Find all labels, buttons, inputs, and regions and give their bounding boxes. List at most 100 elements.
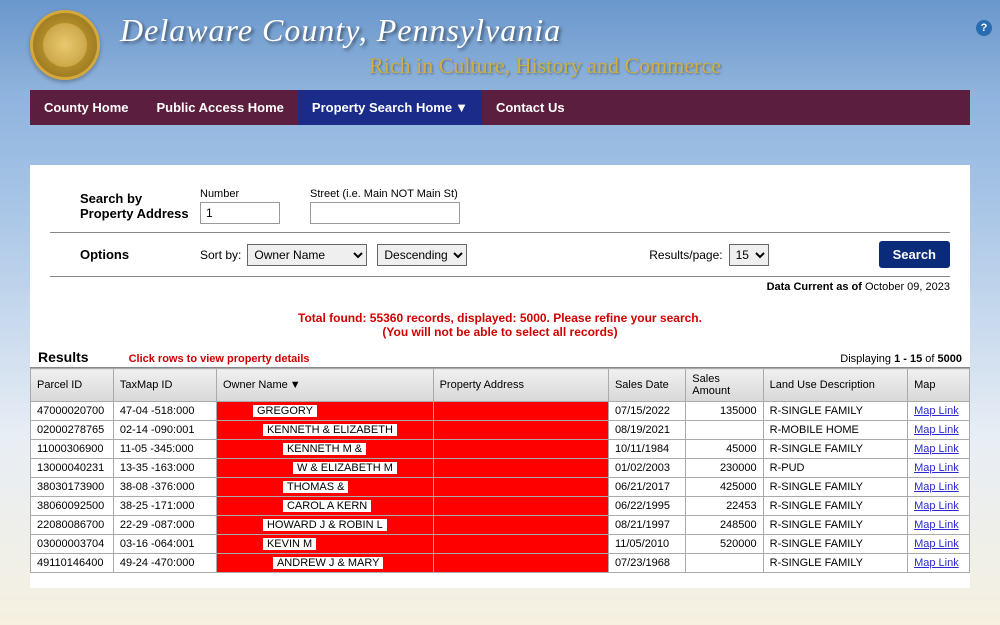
help-icon[interactable]: ? <box>976 20 992 36</box>
cell-parcel-id: 03000003704 <box>31 535 114 554</box>
header-banner: Delaware County, Pennsylvania Rich in Cu… <box>0 0 1000 90</box>
col-sales-amount[interactable]: Sales Amount <box>686 369 763 402</box>
cell-sales-amount: 45000 <box>686 440 763 459</box>
number-input[interactable] <box>200 202 280 224</box>
cell-sales-amount: 230000 <box>686 459 763 478</box>
owner-text: THOMAS & <box>283 481 348 493</box>
col-owner-name[interactable]: Owner Name▼ <box>216 369 433 402</box>
cell-owner-name: CAROL A KERN <box>216 497 433 516</box>
col-property-address[interactable]: Property Address <box>433 369 608 402</box>
cell-sales-date: 06/21/2017 <box>608 478 685 497</box>
table-header-row: Parcel ID TaxMap ID Owner Name▼ Property… <box>31 369 970 402</box>
cell-owner-name: THOMAS & <box>216 478 433 497</box>
options-section-label: Options <box>50 247 200 262</box>
table-row[interactable]: 4700002070047-04 -518:000GREGORY07/15/20… <box>31 402 970 421</box>
map-link[interactable]: Map Link <box>914 405 959 417</box>
map-link[interactable]: Map Link <box>914 519 959 531</box>
col-owner-label: Owner Name <box>223 379 288 391</box>
table-row[interactable]: 1300004023113-35 -163:000W & ELIZABETH M… <box>31 459 970 478</box>
cell-property-address <box>433 459 608 478</box>
table-row[interactable]: 2208008670022-29 -087:000 HOWARD J & ROBI… <box>31 516 970 535</box>
cell-sales-amount: 520000 <box>686 535 763 554</box>
cell-taxmap-id: 38-25 -171:000 <box>113 497 216 516</box>
table-row[interactable]: 3806009250038-25 -171:000CAROL A KERN06/… <box>31 497 970 516</box>
cell-land-use: R-SINGLE FAMILY <box>763 535 907 554</box>
table-row[interactable]: 4911014640049-24 -470:000ANDREW J & MARY… <box>31 554 970 573</box>
cell-sales-amount <box>686 554 763 573</box>
cell-sales-amount: 135000 <box>686 402 763 421</box>
owner-text: HOWARD J & ROBIN L <box>263 519 387 531</box>
cell-land-use: R-SINGLE FAMILY <box>763 497 907 516</box>
cell-taxmap-id: 49-24 -470:000 <box>113 554 216 573</box>
nav-property-search-home[interactable]: Property Search Home▼ <box>298 90 482 125</box>
col-map[interactable]: Map <box>908 369 970 402</box>
cell-land-use: R-MOBILE HOME <box>763 421 907 440</box>
map-link[interactable]: Map Link <box>914 557 959 569</box>
cell-sales-date: 10/11/1984 <box>608 440 685 459</box>
nav-county-home[interactable]: County Home <box>30 90 143 125</box>
col-taxmap-id[interactable]: TaxMap ID <box>113 369 216 402</box>
cell-sales-date: 01/02/2003 <box>608 459 685 478</box>
map-link[interactable]: Map Link <box>914 424 959 436</box>
map-link[interactable]: Map Link <box>914 538 959 550</box>
cell-map: Map Link <box>908 459 970 478</box>
col-land-use[interactable]: Land Use Description <box>763 369 907 402</box>
cell-land-use: R-SINGLE FAMILY <box>763 516 907 535</box>
street-input[interactable] <box>310 202 460 224</box>
table-row[interactable]: 0300000370403-16 -064:001 KEVIN M 11/05/20… <box>31 535 970 554</box>
cell-sales-amount: 425000 <box>686 478 763 497</box>
cell-taxmap-id: 13-35 -163:000 <box>113 459 216 478</box>
cell-taxmap-id: 47-04 -518:000 <box>113 402 216 421</box>
cell-taxmap-id: 02-14 -090:001 <box>113 421 216 440</box>
cell-land-use: R-SINGLE FAMILY <box>763 440 907 459</box>
nav-public-access-home[interactable]: Public Access Home <box>143 90 298 125</box>
sort-by-select[interactable]: Owner Name <box>247 244 367 266</box>
warning-line1: Total found: 55360 records, displayed: 5… <box>50 311 950 325</box>
search-button[interactable]: Search <box>879 241 950 268</box>
data-current-line: Data Current as of October 09, 2023 <box>50 281 950 293</box>
nav-property-search-label: Property Search Home <box>312 100 452 115</box>
data-current-label: Data Current as of <box>767 281 862 293</box>
displaying-prefix: Displaying <box>840 353 891 365</box>
street-label: Street (i.e. Main NOT Main St) <box>310 188 460 200</box>
col-sales-date[interactable]: Sales Date <box>608 369 685 402</box>
nav-contact-us[interactable]: Contact Us <box>482 90 579 125</box>
search-row: Search by Property Address Number Street… <box>50 180 950 233</box>
cell-owner-name: HOWARD J & ROBIN L <box>216 516 433 535</box>
cell-property-address <box>433 402 608 421</box>
displaying-of: of <box>925 353 934 365</box>
cell-property-address <box>433 535 608 554</box>
map-link[interactable]: Map Link <box>914 443 959 455</box>
cell-owner-name: W & ELIZABETH M <box>216 459 433 478</box>
results-per-page-select[interactable]: 15 <box>729 244 769 266</box>
map-link[interactable]: Map Link <box>914 462 959 474</box>
cell-property-address <box>433 516 608 535</box>
map-link[interactable]: Map Link <box>914 481 959 493</box>
results-header: Results Click rows to view property deta… <box>30 349 970 368</box>
owner-text: KEVIN M <box>263 538 316 550</box>
cell-owner-name: KENNETH M & <box>216 440 433 459</box>
col-parcel-id[interactable]: Parcel ID <box>31 369 114 402</box>
county-seal-logo <box>30 10 100 80</box>
owner-text: KENNETH & ELIZABETH <box>263 424 397 436</box>
cell-map: Map Link <box>908 478 970 497</box>
cell-parcel-id: 49110146400 <box>31 554 114 573</box>
cell-sales-date: 07/23/1968 <box>608 554 685 573</box>
sort-desc-icon: ▼ <box>290 379 301 391</box>
table-row[interactable]: 1100030690011-05 -345:000KENNETH M &10/1… <box>31 440 970 459</box>
cell-map: Map Link <box>908 402 970 421</box>
cell-taxmap-id: 03-16 -064:001 <box>113 535 216 554</box>
cell-parcel-id: 22080086700 <box>31 516 114 535</box>
cell-sales-amount: 22453 <box>686 497 763 516</box>
table-row[interactable]: 3803017390038-08 -376:000THOMAS &06/21/2… <box>31 478 970 497</box>
cell-taxmap-id: 22-29 -087:000 <box>113 516 216 535</box>
options-row: Options Sort by: Owner Name Descending R… <box>50 233 950 277</box>
cell-owner-name: ANDREW J & MARY <box>216 554 433 573</box>
cell-map: Map Link <box>908 421 970 440</box>
cell-property-address <box>433 497 608 516</box>
table-row[interactable]: 0200027876502-14 -090:001KENNETH & ELIZA… <box>31 421 970 440</box>
cell-sales-date: 11/05/2010 <box>608 535 685 554</box>
map-link[interactable]: Map Link <box>914 500 959 512</box>
owner-text: W & ELIZABETH M <box>293 462 397 474</box>
sort-dir-select[interactable]: Descending <box>377 244 467 266</box>
